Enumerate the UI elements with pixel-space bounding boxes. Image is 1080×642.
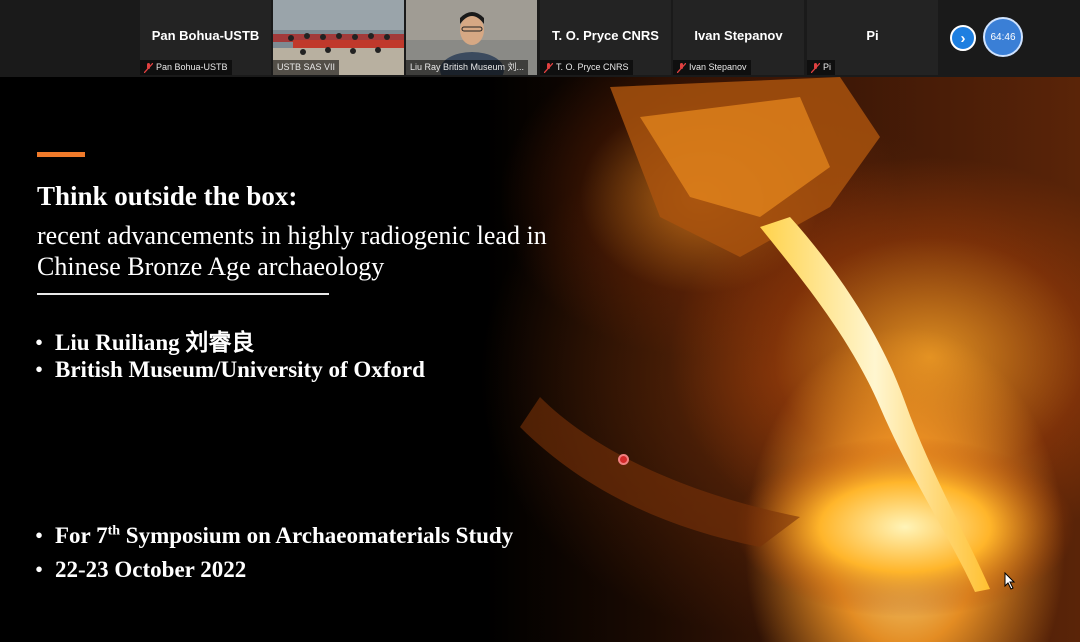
event-prefix: For 7: [55, 523, 108, 548]
presentation-slide: Think outside the box: recent advancemen…: [0, 77, 1080, 642]
participant-tag-label: T. O. Pryce CNRS: [556, 62, 629, 72]
participant-tag-label: USTB SAS VII: [277, 62, 336, 72]
event-ordinal-suffix: th: [107, 523, 121, 539]
chevron-right-icon: ›: [960, 29, 966, 47]
bullet-author: • Liu Ruiliang 刘睿良: [35, 323, 425, 357]
participant-tile-pan-bohua[interactable]: Pan Bohua-USTB Pan Bohua-USTB: [140, 0, 271, 75]
participant-tile-pryce[interactable]: T. O. Pryce CNRS T. O. Pryce CNRS: [540, 0, 671, 75]
mic-off-icon: [543, 62, 554, 73]
participant-tag: USTB SAS VII: [273, 60, 340, 75]
bullet-dot: •: [35, 330, 44, 355]
participant-tag: Ivan Stepanov: [673, 60, 751, 75]
affiliation: British Museum/University of Oxford: [55, 357, 425, 382]
event-list: • For 7th Symposium on Archaeomaterials …: [35, 523, 513, 591]
participant-tile-pi[interactable]: Pi Pi: [807, 0, 938, 75]
mic-off-icon: [810, 62, 821, 73]
participant-name: T. O. Pryce CNRS: [552, 28, 659, 43]
bullet-dates: • 22-23 October 2022: [35, 557, 513, 591]
bullet-dot: •: [35, 557, 44, 582]
author-name: Liu Ruiliang 刘睿良: [55, 330, 255, 355]
mic-off-icon: [676, 62, 687, 73]
mic-off-icon: [143, 62, 154, 73]
participant-tag: Pi: [807, 60, 836, 75]
participant-name: Pan Bohua-USTB: [151, 28, 260, 43]
author-list: • Liu Ruiliang 刘睿良 • British Museum/Univ…: [35, 323, 425, 391]
slide-title: Think outside the box:: [37, 181, 298, 211]
participant-tag: Liu Ray British Museum 刘...: [406, 60, 529, 75]
bullet-dot: •: [35, 357, 44, 382]
accent-bar: [37, 152, 85, 157]
participant-strip: Pan Bohua-USTB Pan Bohua-USTB USTB SAS V…: [0, 0, 1080, 77]
laser-pointer: [618, 454, 629, 465]
bullet-dot: •: [35, 523, 44, 548]
event-dates: 22-23 October 2022: [55, 557, 247, 582]
participant-tag: Pan Bohua-USTB: [140, 60, 232, 75]
slide-subtitle: recent advancements in highly radiogenic…: [37, 221, 547, 281]
event-suffix: Symposium on Archaeomaterials Study: [120, 523, 514, 548]
bullet-affiliation: • British Museum/University of Oxford: [35, 357, 425, 391]
participant-tag-label: Liu Ray British Museum 刘...: [410, 62, 525, 72]
bullet-event: • For 7th Symposium on Archaeomaterials …: [35, 523, 513, 557]
title-divider: [37, 293, 329, 295]
participant-tile-liu-ray[interactable]: Liu Ray British Museum 刘...: [406, 0, 537, 75]
participant-tile-ustb-sas[interactable]: USTB SAS VII: [273, 0, 404, 75]
mouse-cursor-icon: [1004, 572, 1016, 590]
participant-name: Ivan Stepanov: [694, 28, 783, 43]
next-participants-button[interactable]: ›: [950, 25, 976, 51]
participant-tile-stepanov[interactable]: Ivan Stepanov Ivan Stepanov: [673, 0, 804, 75]
participant-tag-label: Pi: [823, 62, 832, 72]
event-name: For 7th Symposium on Archaeomaterials St…: [55, 523, 513, 549]
meeting-timer: 64:46: [983, 17, 1023, 57]
participant-tag-label: Ivan Stepanov: [689, 62, 747, 72]
participant-name: Pi: [866, 28, 879, 43]
participant-tag-label: Pan Bohua-USTB: [156, 62, 228, 72]
participant-tag: T. O. Pryce CNRS: [540, 60, 633, 75]
